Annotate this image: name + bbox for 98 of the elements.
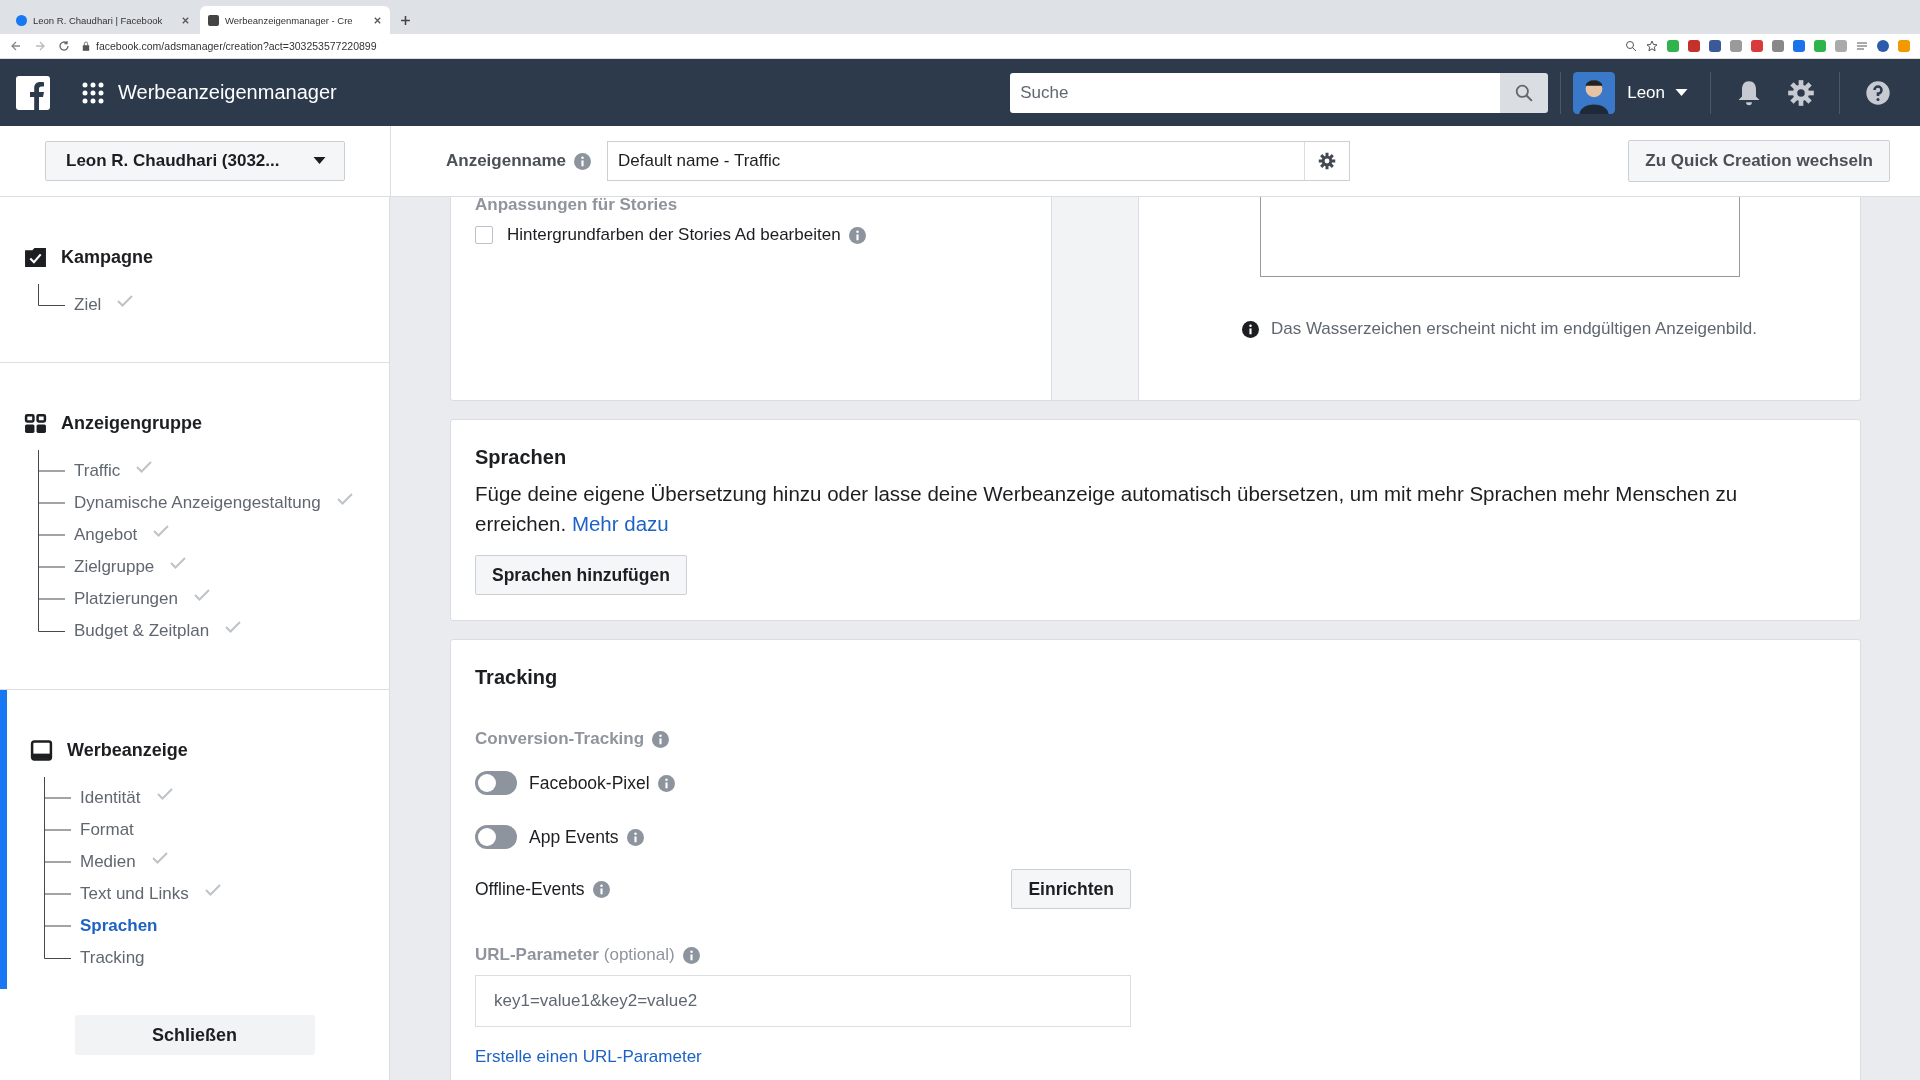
lock-icon (82, 41, 90, 51)
grid-icon (24, 413, 47, 434)
create-parameter-link[interactable]: Erstelle einen URL-Parameter (475, 1047, 702, 1067)
zoom-icon[interactable] (1625, 40, 1637, 52)
settings-icon[interactable] (1787, 78, 1815, 107)
toggle-label: Facebook-Pixel (529, 772, 650, 794)
tree-line (38, 482, 65, 514)
avatar-icon[interactable] (1877, 40, 1889, 52)
description-text: Füge deine eigene Übersetzung hinzu oder lasse deine Werbeanzeige automatisch übersetzen, um mit mehr Sprachen mehr Menschen zu erreichen. Mehr dazu (475, 481, 1739, 537)
extension-icon[interactable] (1730, 40, 1742, 52)
avatar-icon[interactable] (1573, 71, 1616, 114)
toggle-switch[interactable] (475, 771, 517, 795)
tree-line (44, 841, 71, 873)
info-icon[interactable] (682, 946, 700, 964)
extension-icon[interactable] (1751, 40, 1763, 52)
app-title: Werbeanzeigenmanager (118, 81, 337, 104)
url-parameter-field[interactable]: key1=value1&key2=value2 (475, 975, 1131, 1027)
nav-item[interactable]: Ziel (74, 285, 102, 315)
note-text: Das Wasserzeichen erscheint nicht im endgültigen Anzeigenbild. (1271, 319, 1757, 339)
section-title[interactable]: Werbeanzeige (67, 740, 188, 761)
extension-icon[interactable] (1772, 40, 1784, 52)
update-icon[interactable] (1898, 40, 1910, 52)
switch-button[interactable]: Zu Quick Creation wechseln (1628, 140, 1890, 182)
page-icon (208, 14, 219, 26)
close-icon[interactable] (373, 15, 382, 25)
toggle-switch[interactable] (475, 825, 517, 849)
search-field[interactable]: Suche (1010, 72, 1501, 113)
caret-icon[interactable] (1675, 88, 1688, 97)
section-heading: Tracking (475, 666, 558, 689)
page-icon (16, 14, 27, 26)
browser-tab[interactable]: Werbeanzeigenmanager - Cre (200, 6, 390, 34)
caret-icon (313, 157, 326, 165)
back-icon[interactable] (10, 40, 22, 52)
nav-item[interactable]: Budget & Zeitplan (74, 611, 210, 641)
info-icon[interactable] (574, 152, 591, 170)
search-button[interactable] (1500, 72, 1549, 113)
search-icon (1515, 83, 1534, 102)
browser-tab[interactable]: Leon R. Chaudhari | Facebook (8, 6, 198, 34)
reload-icon[interactable] (58, 40, 70, 52)
nav-item[interactable]: Sprachen (80, 906, 158, 936)
menu-icon[interactable] (1856, 40, 1868, 52)
tree-line (38, 450, 65, 482)
toggle-label: App Events (529, 826, 619, 848)
close-button[interactable]: Schließen (74, 1015, 315, 1055)
star-icon[interactable] (1646, 40, 1658, 52)
field-label: Offline-Events (475, 878, 585, 900)
nav-item[interactable]: Format (80, 810, 134, 840)
nav-item[interactable]: Zielgruppe (74, 547, 155, 577)
tree-line (44, 905, 71, 937)
checkbox-icon (24, 247, 47, 268)
checkbox-label: Hintergrundfarben der Stories Ad bearbeiten (507, 225, 841, 245)
section-heading: Anpassungen für Stories (475, 197, 679, 215)
info-icon[interactable] (626, 828, 644, 846)
logo-icon[interactable] (16, 75, 50, 110)
nav-item[interactable]: Identität (80, 778, 141, 808)
nav-item[interactable]: Text und Links (80, 874, 189, 904)
checkbox[interactable] (475, 226, 493, 244)
nav-item[interactable]: Dynamische Anzeigengestaltung (74, 483, 321, 513)
close-icon[interactable] (181, 15, 190, 25)
nav-item[interactable]: Traffic (74, 451, 121, 481)
optional-hint: (optional) (603, 945, 675, 965)
section-title[interactable]: Anzeigengruppe (61, 413, 202, 434)
add-languages-button[interactable]: Sprachen hinzufügen (475, 555, 687, 595)
nav-item[interactable]: Medien (80, 842, 136, 872)
tree-line (38, 514, 65, 546)
user-name[interactable]: Leon (1627, 82, 1665, 103)
settings-icon[interactable] (1318, 152, 1336, 170)
nav-item[interactable]: Tracking (80, 938, 145, 968)
account-dropdown[interactable]: Leon R. Chaudhari (3032... (45, 141, 345, 181)
help-icon[interactable] (1864, 78, 1892, 107)
section-title[interactable]: Kampagne (61, 247, 154, 268)
info-icon[interactable] (592, 880, 610, 898)
nav-item[interactable]: Angebot (74, 515, 138, 545)
name-field[interactable]: Default name - Traffic (607, 141, 1350, 181)
tree-line (38, 546, 65, 578)
extension-icon[interactable] (1709, 40, 1721, 52)
setup-button[interactable]: Einrichten (1011, 869, 1131, 909)
extension-icon[interactable] (1814, 40, 1826, 52)
info-icon[interactable] (848, 226, 866, 244)
new-tab-icon[interactable] (400, 15, 411, 26)
info-icon[interactable] (657, 774, 675, 792)
learn-more-link[interactable]: Mehr dazu (571, 512, 669, 535)
info-icon (1242, 320, 1259, 338)
field-label: Anzeigenname (446, 151, 566, 171)
tablet-icon (30, 740, 53, 761)
tree-line (44, 809, 71, 841)
extension-icon[interactable] (1667, 40, 1679, 52)
extension-icon[interactable] (1688, 40, 1700, 52)
tree-line (38, 578, 65, 610)
info-icon[interactable] (652, 730, 670, 748)
tree-line (44, 777, 71, 809)
apps-grid-icon[interactable] (82, 81, 104, 104)
nav-item[interactable]: Platzierungen (74, 579, 178, 609)
field-label: Conversion-Tracking (475, 729, 645, 749)
section-heading: Sprachen (475, 446, 568, 469)
tree-line (44, 873, 71, 905)
extension-icon[interactable] (1793, 40, 1805, 52)
field-label: URL-Parameter (475, 945, 599, 965)
